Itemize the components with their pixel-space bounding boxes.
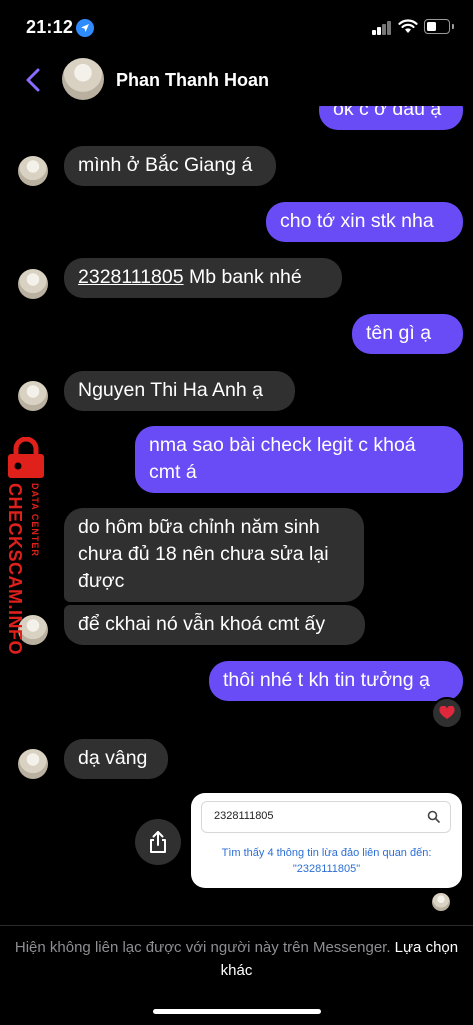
message-text: dạ vâng bbox=[78, 747, 148, 769]
shared-image[interactable]: 2328111805 Tìm thấy 4 thông tin lừa đảo … bbox=[191, 793, 462, 888]
unavailable-notice: Hiện không liên lạc được với người này t… bbox=[14, 939, 391, 956]
search-icon bbox=[427, 810, 440, 823]
sender-avatar[interactable] bbox=[18, 156, 48, 186]
image-result-line1: Tìm thấy 4 thông tin lừa đảo liên quan đ… bbox=[221, 847, 432, 859]
heart-icon bbox=[439, 706, 455, 719]
contact-name[interactable]: Phan Thanh Hoan bbox=[116, 70, 269, 91]
message-incoming[interactable]: 2328111805 Mb bank nhé bbox=[64, 258, 342, 298]
image-result-text: Tìm thấy 4 thông tin lừa đảo liên quan đ… bbox=[191, 845, 462, 877]
message-text: mình ở Bắc Giang á bbox=[78, 154, 253, 176]
watermark: CHECKSCAM.INFO DATA CENTER bbox=[0, 437, 52, 667]
account-number-link[interactable]: 2328111805 bbox=[78, 266, 184, 288]
heart-reaction[interactable] bbox=[431, 697, 463, 729]
message-text: để ckhai nó vẫn khoá cmt ấy bbox=[78, 613, 326, 635]
sender-avatar[interactable] bbox=[18, 381, 48, 411]
message-incoming[interactable]: do hôm bữa chỉnh năm sinh chưa đủ 18 nên… bbox=[64, 508, 364, 602]
message-incoming[interactable]: dạ vâng bbox=[64, 739, 168, 779]
share-icon bbox=[150, 831, 166, 853]
message-text: nma sao bài check legit c khoá cmt á bbox=[149, 434, 416, 483]
message-incoming[interactable]: để ckhai nó vẫn khoá cmt ấy bbox=[64, 605, 365, 645]
location-arrow-icon bbox=[76, 19, 94, 37]
padlock-icon bbox=[8, 437, 44, 478]
status-bar: 21:12 bbox=[0, 0, 473, 54]
chevron-left-icon bbox=[26, 68, 40, 92]
image-search-box: 2328111805 bbox=[201, 801, 451, 833]
read-receipt-avatar bbox=[432, 893, 450, 911]
back-button[interactable] bbox=[22, 66, 46, 94]
message-incoming[interactable]: Nguyen Thi Ha Anh ạ bbox=[64, 371, 295, 411]
home-indicator[interactable] bbox=[153, 1009, 321, 1014]
image-result-line2: "2328111805" bbox=[292, 863, 361, 875]
message-incoming[interactable]: mình ở Bắc Giang á bbox=[64, 146, 276, 186]
message-outgoing[interactable]: thôi nhé t kh tin tưởng ạ bbox=[209, 661, 463, 701]
watermark-sub: DATA CENTER bbox=[30, 483, 40, 557]
contact-avatar[interactable] bbox=[62, 58, 104, 100]
message-outgoing[interactable]: tên gì ạ bbox=[352, 314, 463, 354]
message-outgoing[interactable]: nma sao bài check legit c khoá cmt á bbox=[135, 426, 463, 493]
message-text: tên gì ạ bbox=[366, 322, 432, 344]
sender-avatar[interactable] bbox=[18, 269, 48, 299]
sender-avatar[interactable] bbox=[18, 749, 48, 779]
message-text: thôi nhé t kh tin tưởng ạ bbox=[223, 669, 430, 691]
image-search-value: 2328111805 bbox=[214, 810, 274, 822]
watermark-brand: CHECKSCAM.INFO bbox=[5, 483, 25, 655]
conversation-header: Phan Thanh Hoan bbox=[0, 54, 473, 106]
status-time: 21:12 bbox=[26, 17, 74, 37]
share-button[interactable] bbox=[135, 819, 181, 865]
cellular-signal-icon bbox=[372, 21, 392, 35]
message-text: Mb bank nhé bbox=[183, 266, 302, 288]
message-text: do hôm bữa chỉnh năm sinh chưa đủ 18 nên… bbox=[78, 516, 329, 592]
message-outgoing[interactable]: cho tớ xin stk nha bbox=[266, 202, 463, 242]
message-text: cho tớ xin stk nha bbox=[280, 210, 434, 232]
battery-icon bbox=[424, 19, 454, 34]
wifi-icon bbox=[398, 18, 418, 39]
message-text: Nguyen Thi Ha Anh ạ bbox=[78, 379, 264, 401]
